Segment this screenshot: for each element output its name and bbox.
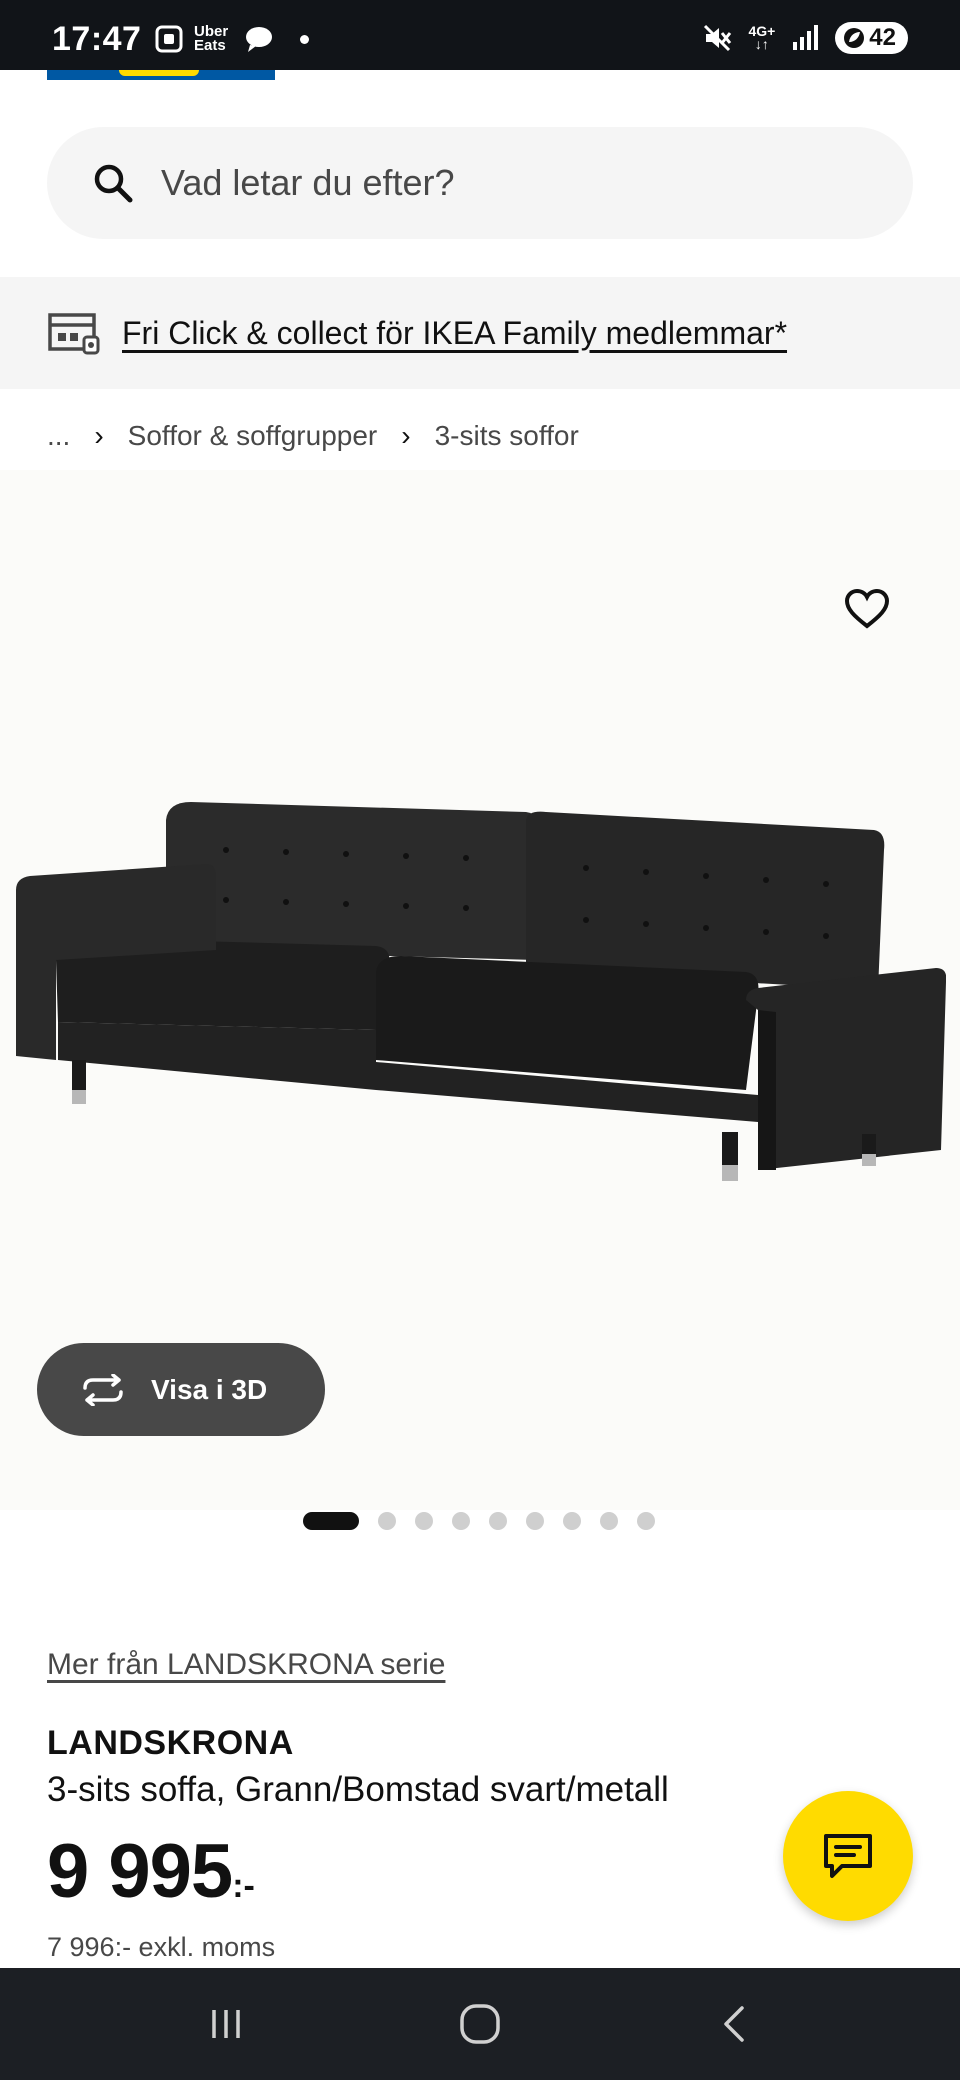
status-bar: 17:47 Uber Eats 4G+ ↓↑ 42 <box>0 0 960 70</box>
screen: 17:47 Uber Eats 4G+ ↓↑ 42 Vad letar du e… <box>0 0 960 2080</box>
carousel-dot[interactable] <box>415 1512 433 1530</box>
mute-icon <box>704 24 732 52</box>
breadcrumb-ellipsis[interactable]: ... <box>47 420 70 452</box>
search-input[interactable] <box>161 162 861 204</box>
chat-icon <box>824 1834 872 1878</box>
sofa-product-image <box>16 802 946 1181</box>
signal-icon <box>793 25 819 50</box>
recent-apps-icon[interactable] <box>206 2004 246 2044</box>
network-type: 4G+ ↓↑ <box>748 23 776 52</box>
status-time: 17:47 <box>52 20 142 58</box>
view-3d-button[interactable]: Visa i 3D <box>37 1343 325 1436</box>
carousel-dot[interactable] <box>526 1512 544 1530</box>
screenshot-icon <box>155 25 183 53</box>
favorite-heart-icon[interactable] <box>844 588 890 630</box>
image-carousel-indicator[interactable] <box>303 1512 655 1530</box>
search-icon <box>94 164 133 203</box>
rotate-3d-icon <box>83 1373 123 1406</box>
system-navigation-bar <box>0 1968 960 2080</box>
carousel-dot-active[interactable] <box>303 1512 359 1530</box>
price-amount: 9 995 <box>47 1829 233 1914</box>
promo-link[interactable]: Fri Click & collect för IKEA Family medl… <box>122 315 787 352</box>
product-price: 9 995 :- <box>47 1832 255 1912</box>
price-suffix: :- <box>232 1867 255 1905</box>
chat-button[interactable] <box>783 1791 913 1921</box>
carousel-dot[interactable] <box>563 1512 581 1530</box>
price-excl-vat: 7 996:- exkl. moms <box>47 1932 276 1962</box>
chat-bubble-icon <box>246 27 272 52</box>
search-bar[interactable] <box>47 127 913 239</box>
carousel-dot[interactable] <box>637 1512 655 1530</box>
uber-eats-icon: Uber Eats <box>194 23 229 54</box>
chevron-right-icon: › <box>401 420 411 451</box>
ikea-logo[interactable] <box>47 70 275 80</box>
carousel-dot[interactable] <box>378 1512 396 1530</box>
status-system-icons: 4G+ ↓↑ 42 <box>702 22 908 54</box>
view-3d-label: Visa i 3D <box>151 1373 268 1405</box>
product-description: 3-sits soffa, Grann/Bomstad svart/metall <box>47 1770 669 1809</box>
series-link[interactable]: Mer från LANDSKRONA serie <box>47 1648 445 1682</box>
carousel-dot[interactable] <box>600 1512 618 1530</box>
chevron-right-icon: › <box>94 420 104 451</box>
status-notification-icons: Uber Eats <box>154 24 309 54</box>
product-image-gallery[interactable]: Visa i 3D <box>0 470 960 1530</box>
breadcrumb-item-3-seat-sofas[interactable]: 3-sits soffor <box>435 420 579 452</box>
back-icon[interactable] <box>714 2004 754 2044</box>
breadcrumb: ... › Soffor & soffgrupper › 3-sits soff… <box>47 420 579 452</box>
breadcrumb-item-sofas[interactable]: Soffor & soffgrupper <box>128 420 378 452</box>
store-pickup-icon <box>48 313 100 355</box>
product-name: LANDSKRONA <box>47 1724 294 1762</box>
promo-banner[interactable]: Fri Click & collect för IKEA Family medl… <box>0 277 960 389</box>
battery-saver-icon <box>844 28 865 48</box>
carousel-dot[interactable] <box>489 1512 507 1530</box>
battery-level: 42 <box>869 24 896 51</box>
home-icon[interactable] <box>458 2002 502 2046</box>
battery-indicator: 42 <box>835 22 908 54</box>
carousel-dot[interactable] <box>452 1512 470 1530</box>
more-notifications-dot <box>300 34 309 44</box>
